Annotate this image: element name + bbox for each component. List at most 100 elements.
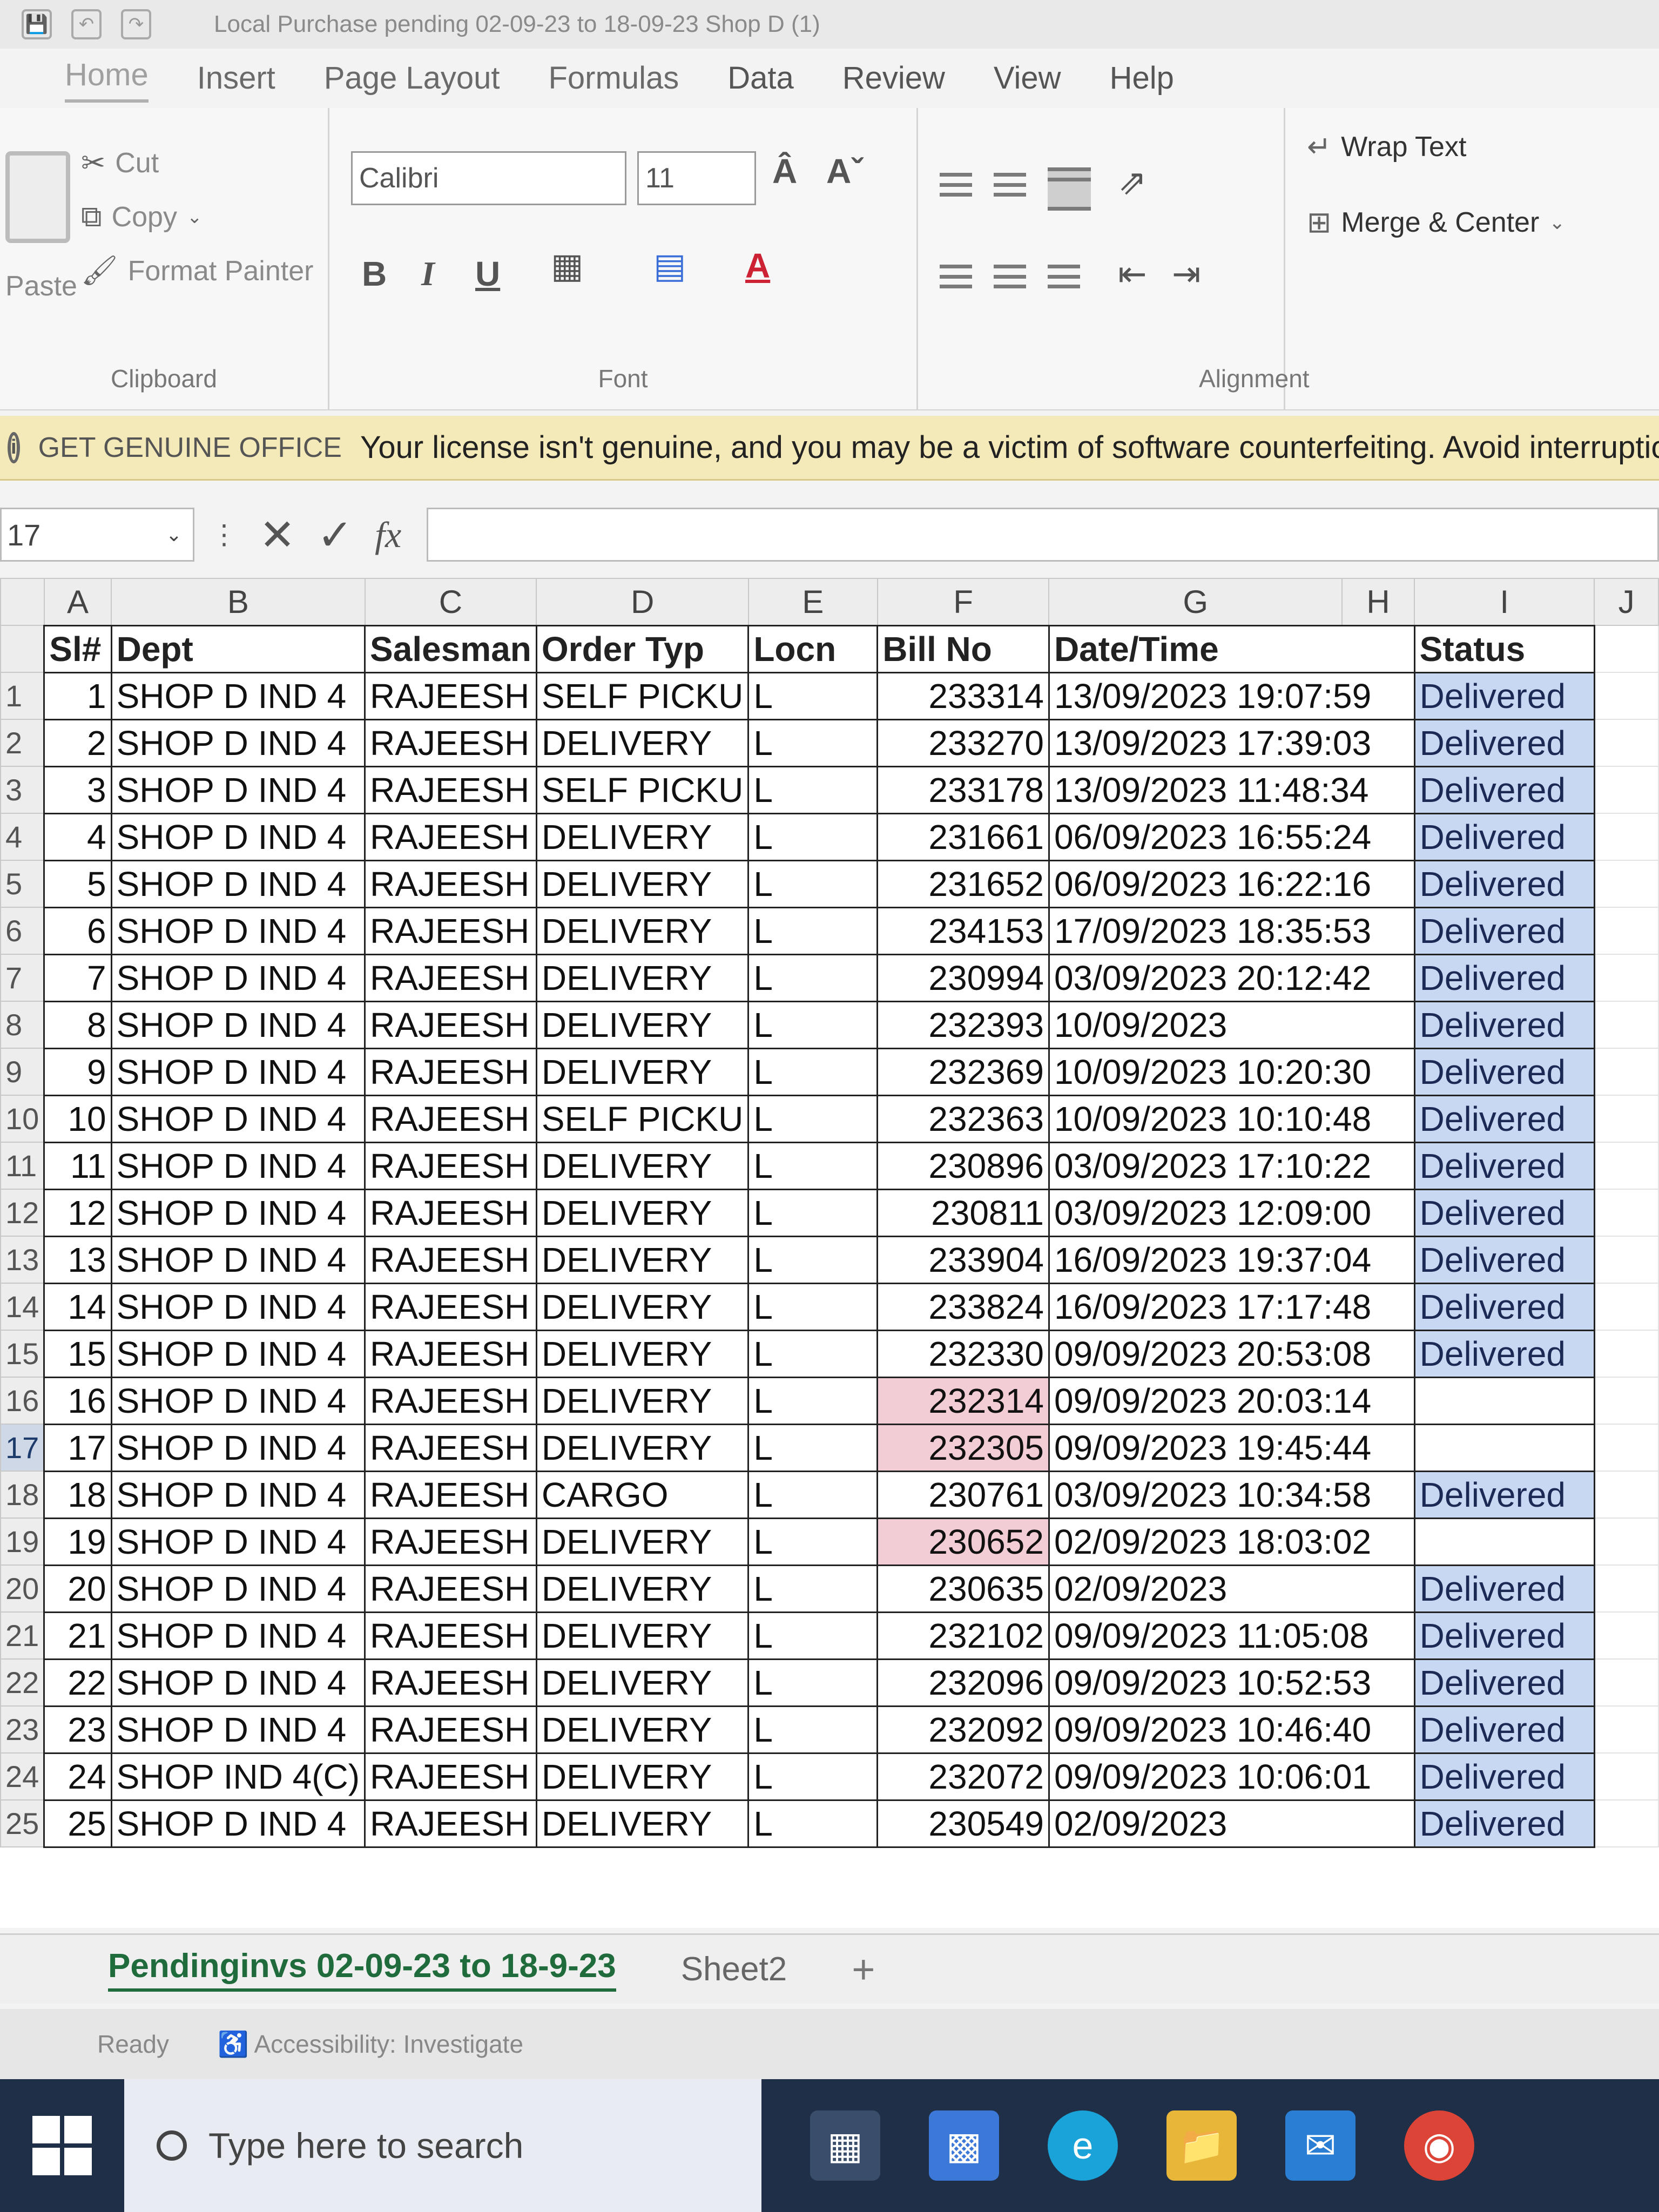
- cell-bill-no[interactable]: 233314: [876, 671, 1050, 720]
- cell-bill-no[interactable]: 232092: [876, 1705, 1050, 1754]
- cell-dept[interactable]: SHOP D IND 4: [110, 1000, 366, 1049]
- cell-date-time[interactable]: 03/09/2023 12:09:00: [1048, 1188, 1415, 1237]
- cell-sl[interactable]: 1: [43, 671, 112, 720]
- empty-cell[interactable]: [1594, 1377, 1659, 1425]
- empty-cell[interactable]: [1594, 1189, 1659, 1237]
- insert-function-button[interactable]: fx: [375, 514, 401, 556]
- cell-sl[interactable]: 15: [43, 1329, 112, 1378]
- cell-sl[interactable]: 7: [43, 953, 112, 1002]
- cell-locn[interactable]: L: [747, 953, 879, 1002]
- cell-date-time[interactable]: 09/09/2023 19:45:44: [1048, 1423, 1415, 1472]
- empty-cell[interactable]: [1594, 1330, 1659, 1378]
- row-header[interactable]: 4: [0, 813, 45, 861]
- cell-salesman[interactable]: RAJEESH: [364, 718, 537, 767]
- cell-order-type[interactable]: DELIVERY: [535, 1423, 750, 1472]
- orientation-icon[interactable]: ⇗: [1118, 162, 1147, 203]
- cell-salesman[interactable]: RAJEESH: [364, 1329, 537, 1378]
- cell-locn[interactable]: L: [747, 1141, 879, 1190]
- cell-order-type[interactable]: DELIVERY: [535, 1047, 750, 1096]
- bold-button[interactable]: B: [362, 254, 387, 294]
- cell-order-type[interactable]: DELIVERY: [535, 1282, 750, 1331]
- formula-input[interactable]: [427, 508, 1659, 562]
- cell-status[interactable]: Delivered: [1413, 1235, 1595, 1284]
- cell-status[interactable]: Delivered: [1413, 1752, 1595, 1801]
- cell-status[interactable]: Delivered: [1413, 1799, 1595, 1848]
- row-header[interactable]: 7: [0, 954, 45, 1002]
- cell-dept[interactable]: SHOP D IND 4: [110, 1141, 366, 1190]
- cell-status[interactable]: Delivered: [1413, 1282, 1595, 1331]
- empty-cell[interactable]: [1594, 1283, 1659, 1331]
- cell-dept[interactable]: SHOP D IND 4: [110, 671, 366, 720]
- empty-cell[interactable]: [1594, 813, 1659, 861]
- cell-status[interactable]: [1413, 1376, 1595, 1425]
- cell-date-time[interactable]: 13/09/2023 19:07:59: [1048, 671, 1415, 720]
- row-header[interactable]: 2: [0, 719, 45, 767]
- cell-sl[interactable]: 20: [43, 1564, 112, 1613]
- cell-sl[interactable]: 19: [43, 1517, 112, 1566]
- start-button[interactable]: [0, 2079, 124, 2212]
- cell-status[interactable]: Delivered: [1413, 1047, 1595, 1096]
- cell-bill-no[interactable]: 231652: [876, 859, 1050, 908]
- undo-icon[interactable]: ↶: [71, 9, 102, 39]
- cell-dept[interactable]: SHOP D IND 4: [110, 1564, 366, 1613]
- cell-bill-no[interactable]: 230811: [876, 1188, 1050, 1237]
- cancel-icon[interactable]: ✕: [259, 510, 295, 560]
- cell-locn[interactable]: L: [747, 906, 879, 955]
- column-header-i[interactable]: I: [1414, 578, 1595, 626]
- cell-sl[interactable]: 24: [43, 1752, 112, 1801]
- align-left-icon[interactable]: [940, 265, 972, 288]
- cell-locn[interactable]: L: [747, 1235, 879, 1284]
- cell-order-type[interactable]: DELIVERY: [535, 1376, 750, 1425]
- cell-order-type[interactable]: DELIVERY: [535, 1705, 750, 1754]
- align-middle-icon[interactable]: [994, 173, 1026, 197]
- cell-bill-no[interactable]: 230652: [876, 1517, 1050, 1566]
- cell-locn[interactable]: L: [747, 1047, 879, 1096]
- cell-locn[interactable]: L: [747, 1705, 879, 1754]
- cell-sl[interactable]: 18: [43, 1470, 112, 1519]
- row-header[interactable]: 17: [0, 1424, 45, 1472]
- redo-icon[interactable]: ↷: [121, 9, 151, 39]
- cell-bill-no[interactable]: 232330: [876, 1329, 1050, 1378]
- cell-status[interactable]: Delivered: [1413, 1705, 1595, 1754]
- cell-sl[interactable]: 21: [43, 1611, 112, 1660]
- cell-sl[interactable]: 23: [43, 1705, 112, 1754]
- tab-help[interactable]: Help: [1110, 60, 1174, 103]
- fill-color-icon[interactable]: ▤: [653, 246, 686, 286]
- row-header[interactable]: 5: [0, 860, 45, 908]
- cell-dept[interactable]: SHOP D IND 4: [110, 1799, 366, 1848]
- header-dept[interactable]: Dept: [110, 624, 366, 673]
- cell-bill-no[interactable]: 230761: [876, 1470, 1050, 1519]
- cell-salesman[interactable]: RAJEESH: [364, 1282, 537, 1331]
- cell-date-time[interactable]: 10/09/2023: [1048, 1000, 1415, 1049]
- add-sheet-button[interactable]: +: [852, 1946, 875, 1992]
- empty-cell[interactable]: [1594, 1424, 1659, 1472]
- select-all-corner[interactable]: [0, 578, 45, 626]
- cell-sl[interactable]: 5: [43, 859, 112, 908]
- borders-icon[interactable]: ▦: [551, 246, 583, 286]
- row-header[interactable]: 9: [0, 1048, 45, 1096]
- empty-cell[interactable]: [1594, 1001, 1659, 1049]
- cell-date-time[interactable]: 09/09/2023 20:03:14: [1048, 1376, 1415, 1425]
- cell-dept[interactable]: SHOP D IND 4: [110, 1329, 366, 1378]
- cell-salesman[interactable]: RAJEESH: [364, 1423, 537, 1472]
- cell-date-time[interactable]: 02/09/2023 18:03:02: [1048, 1517, 1415, 1566]
- cell-dept[interactable]: SHOP D IND 4: [110, 1611, 366, 1660]
- empty-cell[interactable]: [1594, 954, 1659, 1002]
- row-header[interactable]: 3: [0, 766, 45, 814]
- cell-salesman[interactable]: RAJEESH: [364, 812, 537, 861]
- cell-locn[interactable]: L: [747, 1799, 879, 1848]
- cell-sl[interactable]: 25: [43, 1799, 112, 1848]
- row-header[interactable]: 1: [0, 672, 45, 720]
- cell-order-type[interactable]: DELIVERY: [535, 1752, 750, 1801]
- cell-sl[interactable]: 16: [43, 1376, 112, 1425]
- cell-status[interactable]: Delivered: [1413, 1329, 1595, 1378]
- decrease-indent-icon[interactable]: ⇤: [1118, 254, 1147, 294]
- wrap-text-button[interactable]: ↵ Wrap Text: [1307, 130, 1466, 164]
- cell-sl[interactable]: 3: [43, 765, 112, 814]
- taskbar-search-box[interactable]: Type here to search: [124, 2079, 761, 2212]
- sheet-tab-sheet2[interactable]: Sheet2: [681, 1950, 787, 1988]
- cell-sl[interactable]: 2: [43, 718, 112, 767]
- cell-date-time[interactable]: 10/09/2023 10:20:30: [1048, 1047, 1415, 1096]
- cell-sl[interactable]: 11: [43, 1141, 112, 1190]
- cell-status[interactable]: Delivered: [1413, 671, 1595, 720]
